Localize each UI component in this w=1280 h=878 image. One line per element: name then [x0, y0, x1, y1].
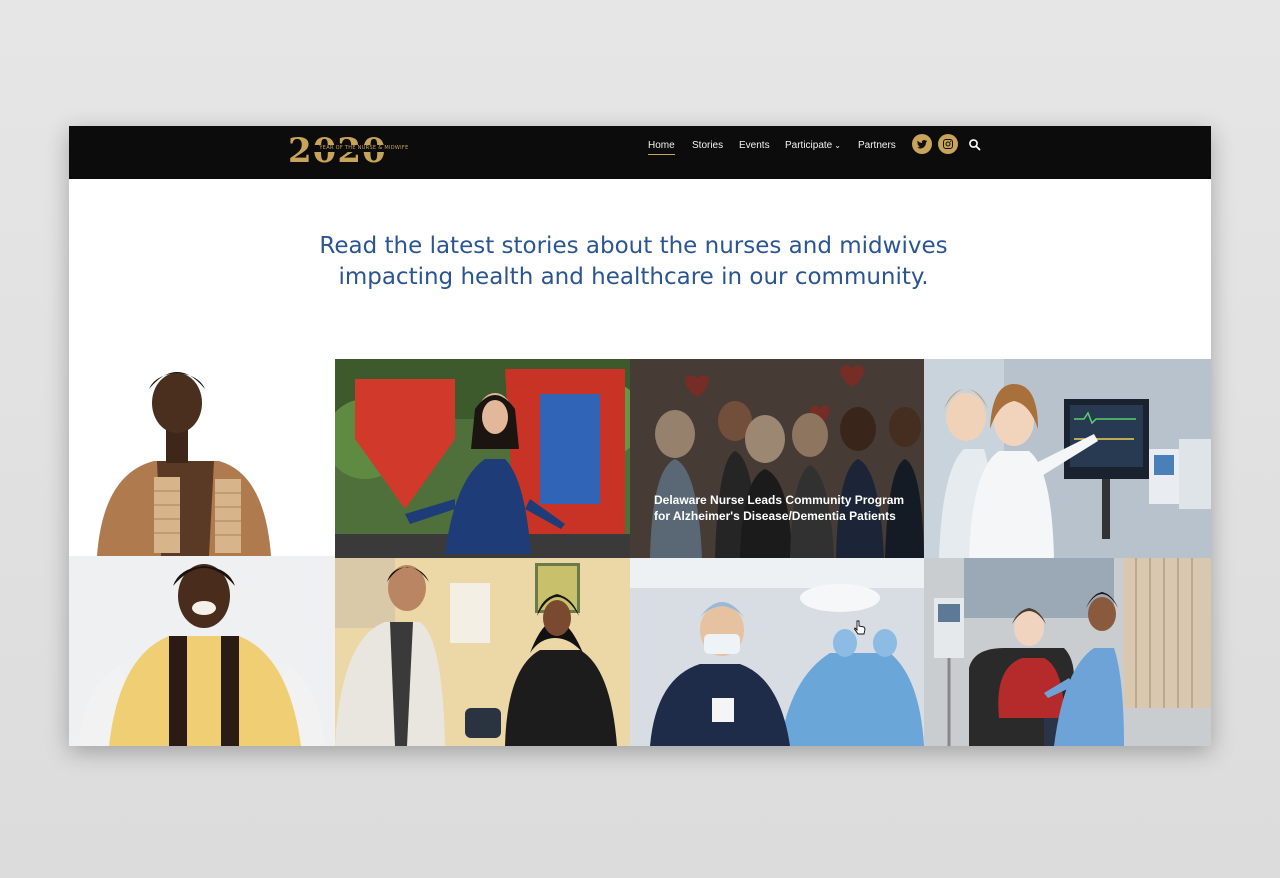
nav-item-partners[interactable]: Partners: [858, 139, 896, 163]
hero-headline: Read the latest stories about the nurses…: [300, 231, 967, 293]
nav-item-stories[interactable]: Stories: [692, 139, 723, 163]
story-image-3: [630, 359, 924, 558]
twitter-icon: [917, 140, 927, 149]
story-tile-1[interactable]: [69, 359, 335, 556]
story-image-4: [924, 359, 1211, 558]
nav-item-home[interactable]: Home: [648, 139, 675, 163]
story-tile-featured[interactable]: Delaware Nurse Leads Community Program f…: [630, 359, 924, 558]
nav-item-participate[interactable]: Participate ⌄: [785, 139, 841, 163]
story-image-1: [69, 359, 335, 556]
mouse-cursor-icon: [854, 620, 866, 635]
nav-item-events[interactable]: Events: [739, 139, 770, 163]
story-image-2: [335, 359, 630, 558]
story-tile-4[interactable]: [924, 359, 1211, 558]
hero-headline-line1: Read the latest stories about the nurses…: [319, 233, 948, 259]
story-tile-7[interactable]: [630, 558, 924, 746]
site-header: 2020 YEAR OF THE NURSE & MIDWIFE Home St…: [69, 126, 1211, 179]
site-logo[interactable]: 2020 YEAR OF THE NURSE & MIDWIFE: [288, 132, 414, 174]
search-button[interactable]: [968, 137, 982, 151]
nav-item-participate-label: Participate: [785, 140, 833, 151]
instagram-icon: [943, 139, 953, 149]
story-tile-6[interactable]: [335, 558, 630, 746]
story-image-5: [69, 556, 335, 746]
story-image-8: [924, 558, 1211, 746]
chevron-down-icon: ⌄: [834, 141, 841, 150]
story-caption: Delaware Nurse Leads Community Program f…: [654, 493, 905, 523]
search-icon: [969, 139, 981, 151]
story-image-6: [335, 558, 630, 746]
story-tile-2[interactable]: [335, 359, 630, 558]
logo-tagline: YEAR OF THE NURSE & MIDWIFE: [314, 145, 414, 152]
browser-window: 2020 YEAR OF THE NURSE & MIDWIFE Home St…: [69, 126, 1211, 746]
story-tile-8[interactable]: [924, 558, 1211, 746]
instagram-button[interactable]: [938, 134, 958, 154]
twitter-button[interactable]: [912, 134, 932, 154]
hero-headline-line2: impacting health and healthcare in our c…: [338, 264, 929, 290]
story-image-7: [630, 558, 924, 746]
story-tile-5[interactable]: [69, 556, 335, 746]
